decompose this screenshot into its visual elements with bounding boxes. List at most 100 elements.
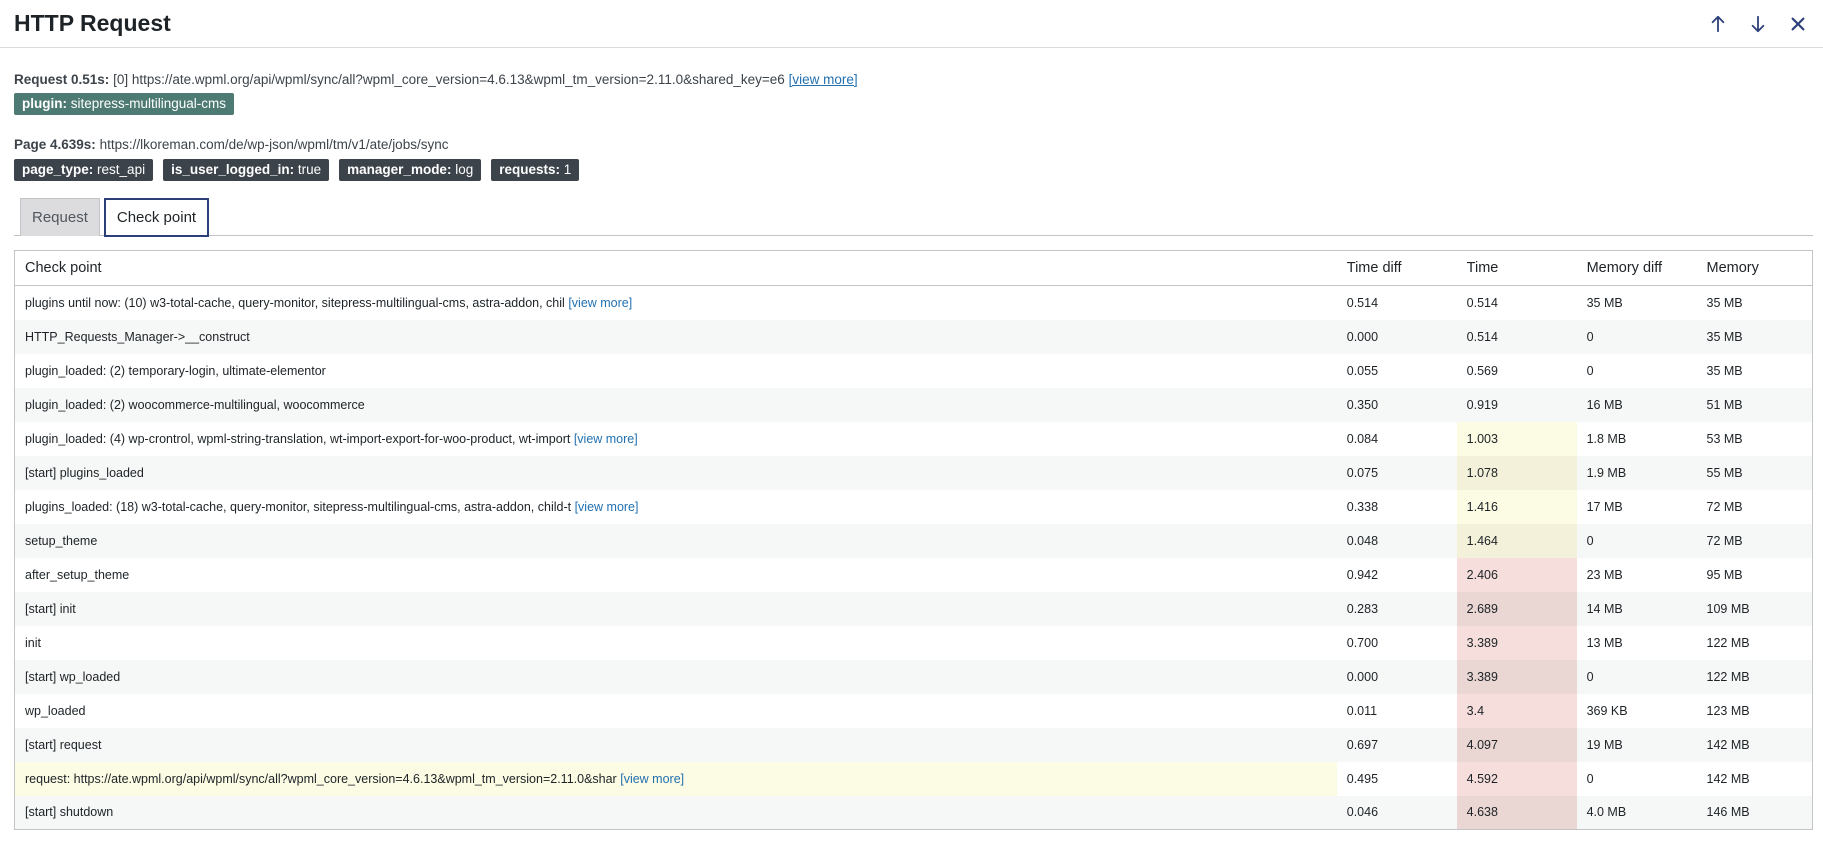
check-point-text: [start] shutdown — [25, 805, 114, 820]
cell-time: 2.406 — [1456, 557, 1577, 592]
table-row: [start] plugins_loaded 0.075 1.078 1.9 MB 55… — [14, 455, 1813, 490]
arrow-up-icon[interactable] — [1707, 13, 1729, 35]
page-url: https://lkoreman.com/de/wp-json/wpml/tm/… — [99, 137, 449, 152]
arrow-down-icon[interactable] — [1747, 13, 1769, 35]
cell-check-point: after_setup_theme — [14, 557, 1337, 592]
check-point-text: [start] plugins_loaded — [25, 465, 144, 480]
cell-memory-diff: 19 MB — [1576, 727, 1697, 762]
view-more-link[interactable]: [view more] — [620, 772, 684, 786]
column-header-time-diff[interactable]: Time diff — [1336, 250, 1457, 286]
column-header-check-point[interactable]: Check point — [14, 250, 1337, 286]
cell-check-point: plugin_loaded: (2) temporary-login, ulti… — [14, 353, 1337, 388]
check-point-text: plugin_loaded: (2) woocommerce-multiling… — [25, 397, 365, 412]
check-point-text: init — [25, 635, 41, 650]
cell-time: 1.078 — [1456, 455, 1577, 490]
check-point-text: plugin_loaded: (2) temporary-login, ulti… — [25, 363, 326, 378]
cell-check-point: [start] plugins_loaded — [14, 455, 1337, 490]
view-more-link[interactable]: [view more] — [575, 500, 639, 514]
table-row: setup_theme 0.048 1.464 0 72 MB — [14, 523, 1813, 558]
check-point-text: HTTP_Requests_Manager->__construct — [25, 329, 250, 344]
close-icon[interactable] — [1787, 13, 1809, 35]
dialog-title: HTTP Request — [14, 10, 171, 36]
manager-mode-badge: manager_mode: log — [339, 159, 482, 181]
cell-check-point: HTTP_Requests_Manager->__construct — [14, 319, 1337, 354]
page-line: Page 4.639s: https://lkoreman.com/de/wp-… — [14, 137, 1813, 152]
cell-memory-diff: 0 — [1576, 353, 1697, 388]
view-more-link[interactable]: [view more] — [574, 432, 638, 446]
table-row: wp_loaded 0.011 3.4 369 KB 123 MB — [14, 693, 1813, 728]
page-badges: page_type: rest_api is_user_logged_in: t… — [14, 159, 1813, 181]
table-header-row: Check point Time diff Time Memory diff M… — [14, 250, 1813, 286]
cell-memory-diff: 0 — [1576, 659, 1697, 694]
column-header-memory-diff[interactable]: Memory diff — [1576, 250, 1697, 286]
check-point-text: plugin_loaded: (4) wp-crontrol, wpml-str… — [25, 431, 571, 446]
request-view-more-link[interactable]: [view more] — [789, 72, 858, 87]
column-header-time[interactable]: Time — [1456, 250, 1577, 286]
cell-memory-diff: 1.9 MB — [1576, 455, 1697, 490]
check-point-text: [start] init — [25, 601, 76, 616]
cell-time: 1.003 — [1456, 421, 1577, 456]
cell-time-diff: 0.011 — [1336, 693, 1457, 728]
cell-time: 0.514 — [1456, 285, 1577, 320]
cell-memory: 53 MB — [1696, 421, 1813, 456]
request-line: Request 0.51s: [0] https://ate.wpml.org/… — [14, 72, 1813, 87]
table-row: [start] shutdown 0.046 4.638 4.0 MB 146 MB — [14, 795, 1813, 830]
check-point-text: [start] request — [25, 737, 102, 752]
cell-memory: 142 MB — [1696, 761, 1813, 796]
cell-check-point: setup_theme — [14, 523, 1337, 558]
tab-request[interactable]: Request — [20, 198, 100, 236]
cell-memory-diff: 1.8 MB — [1576, 421, 1697, 456]
cell-time: 0.514 — [1456, 319, 1577, 354]
cell-memory-diff: 369 KB — [1576, 693, 1697, 728]
tab-check-point[interactable]: Check point — [103, 198, 210, 237]
table-row: request: https://ate.wpml.org/api/wpml/s… — [14, 761, 1813, 796]
dialog-header: HTTP Request — [0, 0, 1823, 48]
cell-time-diff: 0.048 — [1336, 523, 1457, 558]
table-row: plugin_loaded: (2) woocommerce-multiling… — [14, 387, 1813, 422]
cell-time-diff: 0.338 — [1336, 489, 1457, 524]
cell-time-diff: 0.697 — [1336, 727, 1457, 762]
cell-memory-diff: 0 — [1576, 523, 1697, 558]
cell-time: 4.592 — [1456, 761, 1577, 796]
cell-memory-diff: 14 MB — [1576, 591, 1697, 626]
cell-time: 3.4 — [1456, 693, 1577, 728]
check-point-text: request: https://ate.wpml.org/api/wpml/s… — [25, 771, 617, 786]
cell-memory: 35 MB — [1696, 319, 1813, 354]
cell-time-diff: 0.046 — [1336, 795, 1457, 830]
cell-time-diff: 0.000 — [1336, 659, 1457, 694]
cell-memory: 123 MB — [1696, 693, 1813, 728]
check-point-text: plugins_loaded: (18) w3-total-cache, que… — [25, 499, 572, 514]
cell-time: 1.416 — [1456, 489, 1577, 524]
cell-time-diff: 0.055 — [1336, 353, 1457, 388]
cell-time: 0.919 — [1456, 387, 1577, 422]
cell-memory: 122 MB — [1696, 625, 1813, 660]
check-point-text: after_setup_theme — [25, 567, 130, 582]
cell-time: 4.097 — [1456, 727, 1577, 762]
cell-time: 0.569 — [1456, 353, 1577, 388]
cell-time-diff: 0.942 — [1336, 557, 1457, 592]
cell-time: 3.389 — [1456, 625, 1577, 660]
cell-memory: 122 MB — [1696, 659, 1813, 694]
page-label: Page 4.639s: — [14, 137, 96, 152]
cell-memory: 109 MB — [1696, 591, 1813, 626]
table-row: HTTP_Requests_Manager->__construct 0.000 0… — [14, 319, 1813, 354]
table-row: plugin_loaded: (4) wp-crontrol, wpml-str… — [14, 421, 1813, 456]
plugin-badge: plugin: sitepress-multilingual-cms — [14, 93, 235, 115]
checkpoint-table: Check point Time diff Time Memory diff M… — [14, 250, 1813, 830]
view-more-link[interactable]: [view more] — [568, 296, 632, 310]
table-row: plugins until now: (10) w3-total-cache, … — [14, 285, 1813, 320]
table-row: [start] init 0.283 2.689 14 MB 109 MB — [14, 591, 1813, 626]
column-header-memory[interactable]: Memory — [1696, 250, 1813, 286]
cell-check-point: plugin_loaded: (2) woocommerce-multiling… — [14, 387, 1337, 422]
cell-memory: 142 MB — [1696, 727, 1813, 762]
table-row: after_setup_theme 0.942 2.406 23 MB 95 MB — [14, 557, 1813, 592]
cell-check-point: init — [14, 625, 1337, 660]
request-url: [0] https://ate.wpml.org/api/wpml/sync/a… — [113, 72, 785, 87]
table-row: init 0.700 3.389 13 MB 122 MB — [14, 625, 1813, 660]
table-row: plugins_loaded: (18) w3-total-cache, que… — [14, 489, 1813, 524]
cell-check-point: plugins_loaded: (18) w3-total-cache, que… — [14, 489, 1337, 524]
cell-memory: 55 MB — [1696, 455, 1813, 490]
cell-check-point: plugins until now: (10) w3-total-cache, … — [14, 285, 1337, 320]
cell-time-diff: 0.350 — [1336, 387, 1457, 422]
cell-check-point: wp_loaded — [14, 693, 1337, 728]
